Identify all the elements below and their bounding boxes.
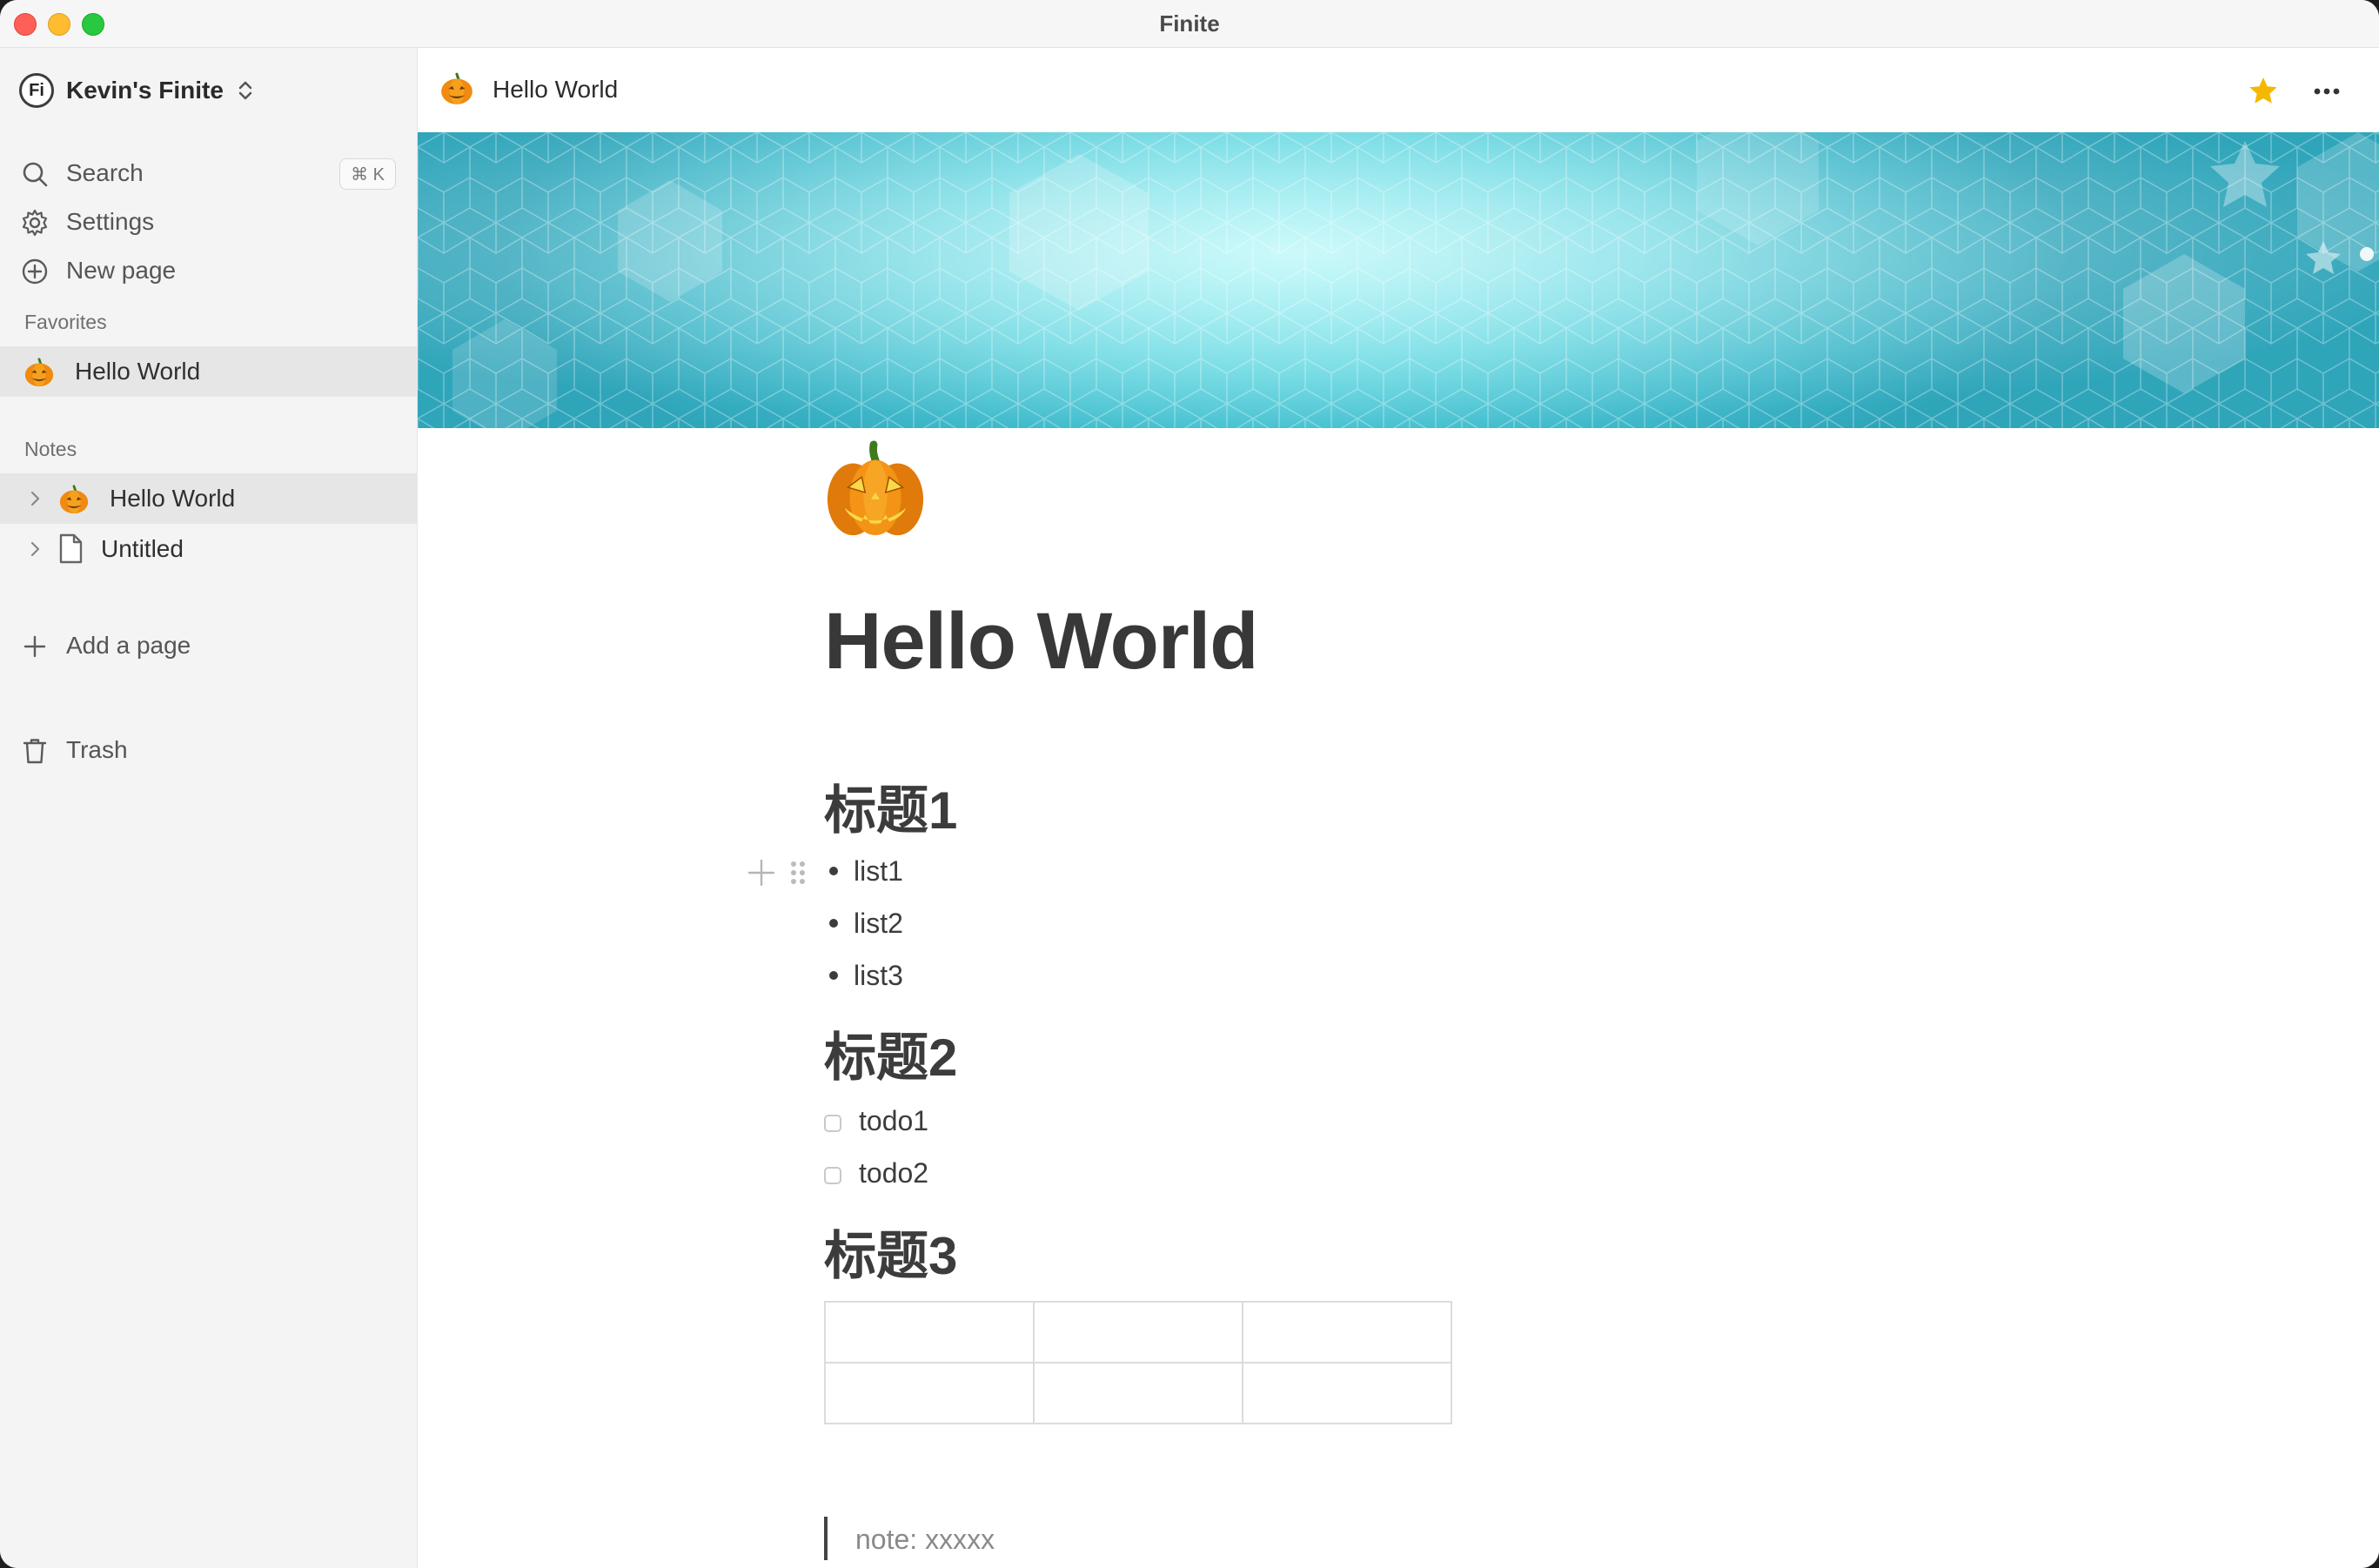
sidebar-item-label: Settings <box>66 208 155 235</box>
quote-text: note: xxxxx <box>855 1524 995 1555</box>
list-item-text: list3 <box>854 960 903 991</box>
bullet-dot <box>829 971 838 980</box>
sidebar-item-settings[interactable]: Settings <box>0 198 417 246</box>
workspace-switcher[interactable]: Fi Kevin's Finite <box>19 69 255 112</box>
sidebar-item-new-page[interactable]: New page <box>0 246 417 295</box>
pumpkin-icon <box>24 358 54 387</box>
title-bar: Finite <box>0 0 2379 48</box>
list-item-text: list2 <box>854 908 903 939</box>
todo-checkbox[interactable] <box>824 1167 841 1184</box>
bullet-dot <box>829 919 838 928</box>
notes-heading: Notes <box>24 438 77 460</box>
favorite-item-hello-world[interactable]: Hello World <box>0 346 417 397</box>
chevron-right-icon[interactable] <box>26 540 44 558</box>
heading-1[interactable]: 标题1 <box>824 768 957 844</box>
heading-3[interactable]: 标题3 <box>824 1214 957 1290</box>
sidebar-item-label: Search <box>66 159 144 186</box>
add-page-button[interactable]: Add a page <box>0 621 417 670</box>
pumpkin-icon <box>441 72 472 104</box>
cover-hexagon-pattern <box>418 132 2379 428</box>
main-editor: Hello World Hello World 标题1 list1 list2 … <box>418 48 2379 1568</box>
todo-checkbox[interactable] <box>824 1115 841 1132</box>
trash-icon <box>23 739 47 764</box>
table-cell[interactable] <box>1242 1301 1452 1364</box>
note-item-label: Untitled <box>101 535 184 562</box>
gear-icon <box>22 209 48 237</box>
sidebar: Fi Kevin's Finite Search ⌘ K Settings Ne… <box>0 48 418 1568</box>
quote-bar <box>824 1517 828 1560</box>
app-window: Finite Fi Kevin's Finite Search ⌘ K Sett… <box>0 0 2379 1568</box>
add-block-icon[interactable] <box>746 857 777 888</box>
drag-handle-icon[interactable] <box>789 857 807 888</box>
note-item-untitled[interactable]: Untitled <box>0 524 417 574</box>
more-options-icon[interactable] <box>2309 74 2344 109</box>
heading-2[interactable]: 标题2 <box>824 1015 957 1091</box>
note-item-hello-world[interactable]: Hello World <box>0 473 417 524</box>
todo-text: todo1 <box>859 1105 929 1136</box>
sidebar-item-label: Trash <box>66 736 128 763</box>
note-item-label: Hello World <box>110 485 236 512</box>
breadcrumb[interactable]: Hello World <box>493 76 618 104</box>
table-cell[interactable] <box>1033 1301 1243 1364</box>
page-header-bar: Hello World <box>418 48 2379 132</box>
chevron-right-icon[interactable] <box>26 490 44 507</box>
table-block[interactable] <box>824 1301 1452 1424</box>
table-cell[interactable] <box>824 1362 1035 1424</box>
cover-image[interactable] <box>418 132 2379 428</box>
list-item-text: list1 <box>854 855 903 887</box>
table-row <box>824 1301 1452 1364</box>
table-cell[interactable] <box>824 1301 1035 1364</box>
chevron-up-down-icon <box>238 81 252 100</box>
sidebar-item-trash[interactable]: Trash <box>0 726 417 774</box>
document-icon <box>59 533 83 564</box>
window-title: Finite <box>1159 10 1220 37</box>
table-cell[interactable] <box>1033 1362 1243 1424</box>
sidebar-item-label: New page <box>66 257 177 284</box>
table-row <box>824 1362 1452 1424</box>
favorite-item-label: Hello World <box>75 358 201 385</box>
search-shortcut-badge: ⌘ K <box>339 158 396 190</box>
add-page-label: Add a page <box>66 632 191 659</box>
workspace-name: Kevin's Finite <box>66 77 224 104</box>
plus-icon <box>23 635 46 658</box>
sidebar-item-search[interactable]: Search ⌘ K <box>0 149 417 198</box>
page-title[interactable]: Hello World <box>824 596 1258 687</box>
bullet-dot <box>829 867 838 875</box>
todo-text: todo2 <box>859 1157 929 1189</box>
plus-circle-icon <box>22 258 48 285</box>
favorite-star-icon[interactable] <box>2246 74 2281 109</box>
favorites-heading: Favorites <box>24 311 107 333</box>
table-cell[interactable] <box>1242 1362 1452 1424</box>
pumpkin-icon <box>59 485 89 514</box>
search-icon <box>23 162 48 187</box>
workspace-logo: Fi <box>19 73 54 108</box>
page-icon-pumpkin[interactable] <box>824 439 927 542</box>
